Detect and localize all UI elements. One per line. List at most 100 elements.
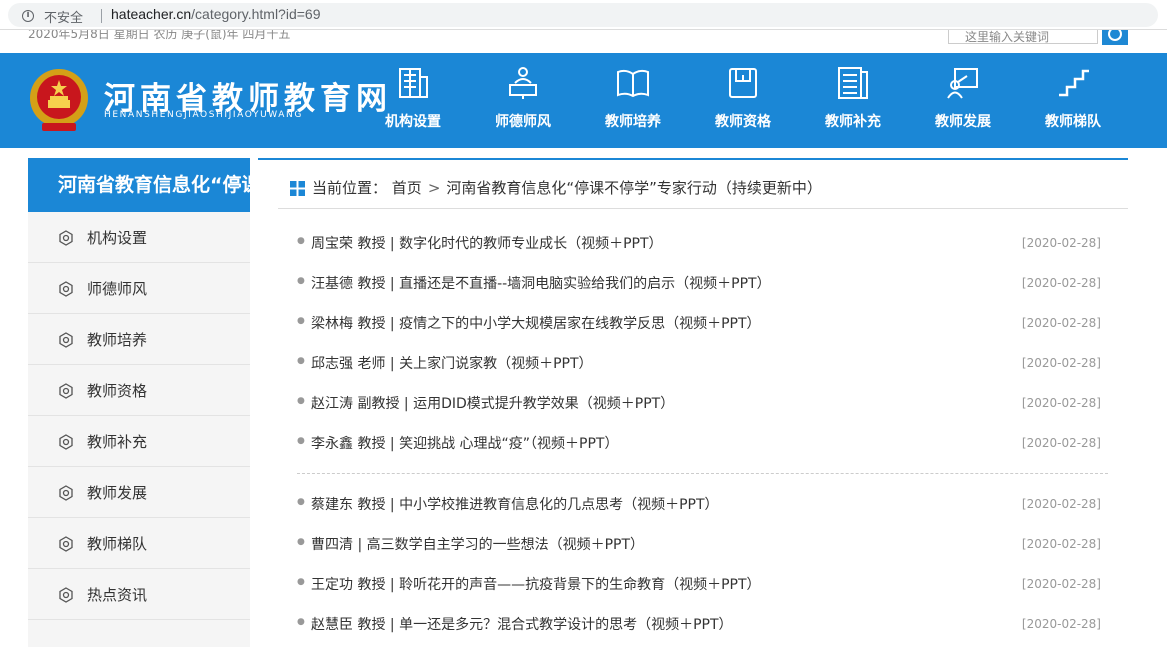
security-label[interactable]: 不安全	[44, 7, 83, 26]
bullet-icon: ●	[297, 577, 305, 587]
news-item[interactable]: ● 李永鑫 教授 | 笑迎挑战 心理战“疫”（视频＋PPT） [2020-02-…	[297, 423, 1108, 463]
news-date: [2020-02-28]	[1021, 396, 1101, 410]
date-text: 2020年5月8日 星期日 农历 庚子(鼠)年 四月十五	[28, 30, 291, 41]
news-title-link[interactable]: 李永鑫 教授 | 笑迎挑战 心理战“疫”（视频＋PPT）	[311, 433, 618, 453]
bullet-icon: ●	[297, 236, 305, 246]
document-icon	[838, 67, 868, 99]
top-strip: 2020年5月8日 星期日 农历 庚子(鼠)年 四月十五 这里输入关键词	[0, 30, 1167, 53]
stairs-icon	[1059, 69, 1089, 97]
list-divider	[297, 473, 1108, 474]
news-item[interactable]: ● 王定功 教授 | 聆听花开的声音——抗疫背景下的生命教育（视频＋PPT） […	[297, 564, 1108, 604]
news-date: [2020-02-28]	[1021, 537, 1101, 551]
bullet-icon: ●	[297, 316, 305, 326]
news-date: [2020-02-28]	[1021, 356, 1101, 370]
nav-label: 师德师风	[495, 114, 551, 130]
search-button[interactable]	[1102, 30, 1128, 45]
sidebar-item-label: 教师培养	[87, 331, 148, 349]
url-host: hateacher.cn	[111, 6, 192, 22]
news-date: [2020-02-28]	[1021, 497, 1101, 511]
url-path: /category.html?id=69	[191, 6, 321, 22]
news-date: [2020-02-28]	[1021, 577, 1101, 591]
sidebar-item-peiyang[interactable]: 教师培养	[28, 314, 250, 365]
nav-item-peiyang[interactable]: 教师培养	[578, 53, 688, 148]
nav-item-shide[interactable]: 师德师风	[468, 53, 578, 148]
news-date: [2020-02-28]	[1021, 617, 1101, 631]
news-date: [2020-02-28]	[1021, 236, 1101, 250]
bullet-icon: ●	[297, 276, 305, 286]
news-title-link[interactable]: 曹四清 | 高三数学自主学习的一些想法（视频＋PPT）	[311, 534, 644, 554]
breadcrumb-current[interactable]: 河南省教育信息化“停课不停学”专家行动（持续更新中）	[446, 179, 822, 197]
nav-label: 机构设置	[385, 114, 441, 130]
search-input[interactable]: 这里输入关键词	[948, 30, 1098, 44]
news-title-link[interactable]: 赵慧臣 教授 | 单一还是多元？混合式教学设计的思考（视频＋PPT）	[311, 614, 733, 634]
news-title-link[interactable]: 赵江涛 副教授 | 运用DID模式提升教学效果（视频＋PPT）	[311, 393, 674, 413]
national-emblem-logo[interactable]	[28, 67, 90, 133]
news-date: [2020-02-28]	[1021, 276, 1101, 290]
circle-target-icon	[59, 434, 73, 450]
bullet-icon: ●	[297, 436, 305, 446]
info-icon[interactable]: i	[22, 10, 34, 22]
podium-icon	[509, 67, 537, 99]
breadcrumb-home-link[interactable]: 首页	[392, 179, 422, 197]
nav-item-fazhan[interactable]: 教师发展	[908, 53, 1018, 148]
address-separator	[101, 9, 102, 23]
nav-item-zige[interactable]: 教师资格	[688, 53, 798, 148]
circle-target-icon	[59, 281, 73, 297]
breadcrumb: 当前位置： 首页 > 河南省教育信息化“停课不停学”专家行动（持续更新中）	[278, 160, 1128, 209]
news-item[interactable]: ● 蔡建东 教授 | 中小学校推进教育信息化的几点思考（视频＋PPT） [202…	[297, 484, 1108, 524]
news-title-link[interactable]: 邱志强 老师 | 关上家门说家教（视频＋PPT）	[311, 353, 593, 373]
sidebar-item-shide[interactable]: 师德师风	[28, 263, 250, 314]
sidebar-item-tidui[interactable]: 教师梯队	[28, 518, 250, 569]
circle-target-icon	[59, 230, 73, 246]
nav-label: 教师培养	[605, 114, 661, 130]
sidebar-item-zige[interactable]: 教师资格	[28, 365, 250, 416]
book-icon	[617, 69, 649, 98]
circle-target-icon	[59, 587, 73, 603]
bullet-icon: ●	[297, 396, 305, 406]
news-item[interactable]: ● 赵慧臣 教授 | 单一还是多元？混合式教学设计的思考（视频＋PPT） [20…	[297, 604, 1108, 644]
bullet-icon: ●	[297, 497, 305, 507]
nav-item-jigou[interactable]: 机构设置	[358, 53, 468, 148]
news-title-link[interactable]: 周宝荣 教授 | 数字化时代的教师专业成长（视频＋PPT）	[311, 233, 663, 253]
sidebar-item-label: 教师补充	[87, 433, 148, 451]
news-title-link[interactable]: 王定功 教授 | 聆听花开的声音——抗疫背景下的生命教育（视频＋PPT）	[311, 574, 761, 594]
sidebar-item-label: 机构设置	[87, 229, 148, 247]
news-title-link[interactable]: 梁林梅 教授 | 疫情之下的中小学大规模居家在线教学反思（视频＋PPT）	[311, 313, 761, 333]
sidebar-item-label: 教师梯队	[87, 535, 148, 553]
circle-target-icon	[59, 485, 73, 501]
sidebar-item-label: 热点资讯	[87, 586, 148, 604]
news-title-link[interactable]: 蔡建东 教授 | 中小学校推进教育信息化的几点思考（视频＋PPT）	[311, 494, 719, 514]
url-text[interactable]: hateacher.cn/category.html?id=69	[111, 6, 321, 22]
address-field[interactable]: i 不安全 hateacher.cn/category.html?id=69	[8, 3, 1158, 27]
bullet-icon: ●	[297, 356, 305, 366]
news-date: [2020-02-28]	[1021, 316, 1101, 330]
news-date: [2020-02-28]	[1021, 436, 1101, 450]
grid-icon	[290, 181, 305, 196]
sidebar-item-jigou[interactable]: 机构设置	[28, 212, 250, 263]
sidebar-item-buchong[interactable]: 教师补充	[28, 416, 250, 467]
sidebar-item-label: 师德师风	[87, 280, 148, 298]
news-item[interactable]: ● 梁林梅 教授 | 疫情之下的中小学大规模居家在线教学反思（视频＋PPT） […	[297, 303, 1108, 343]
presenter-icon	[947, 68, 978, 99]
news-item[interactable]: ● 邱志强 老师 | 关上家门说家教（视频＋PPT） [2020-02-28]	[297, 343, 1108, 383]
news-item[interactable]: ● 曹四清 | 高三数学自主学习的一些想法（视频＋PPT） [2020-02-2…	[297, 524, 1108, 564]
site-header: 河南省教师教育网 HENANSHENGJIAOSHIJIAOYUWANG 机构设…	[0, 53, 1167, 148]
nav-label: 教师资格	[715, 114, 771, 130]
sidebar-item-fazhan[interactable]: 教师发展	[28, 467, 250, 518]
news-title-link[interactable]: 汪基德 教授 | 直播还是不直播--墙洞电脑实验给我们的启示（视频＋PPT）	[311, 273, 771, 293]
nav-item-tidui[interactable]: 教师梯队	[1018, 53, 1128, 148]
nav-item-buchong[interactable]: 教师补充	[798, 53, 908, 148]
circle-target-icon	[59, 332, 73, 348]
building-icon	[399, 68, 428, 98]
nav-label: 教师补充	[825, 114, 881, 130]
news-item[interactable]: ● 汪基德 教授 | 直播还是不直播--墙洞电脑实验给我们的启示（视频＋PPT）…	[297, 263, 1108, 303]
bullet-icon: ●	[297, 617, 305, 627]
bullet-icon: ●	[297, 537, 305, 547]
sidebar-item-redian[interactable]: 热点资讯	[28, 569, 250, 620]
news-item[interactable]: ● 周宝荣 教授 | 数字化时代的教师专业成长（视频＋PPT） [2020-02…	[297, 223, 1108, 263]
circle-target-icon	[59, 383, 73, 399]
sidebar-menu: 机构设置 师德师风 教师培养 教师资格 教师补充 教师发展 教师梯队 热点资讯	[28, 212, 250, 647]
news-item[interactable]: ● 赵江涛 副教授 | 运用DID模式提升教学效果（视频＋PPT） [2020-…	[297, 383, 1108, 423]
sidebar-title: 河南省教育信息化“停课不停学”专家行动（持续更新中）	[28, 158, 250, 212]
sidebar-item-label: 教师资格	[87, 382, 148, 400]
